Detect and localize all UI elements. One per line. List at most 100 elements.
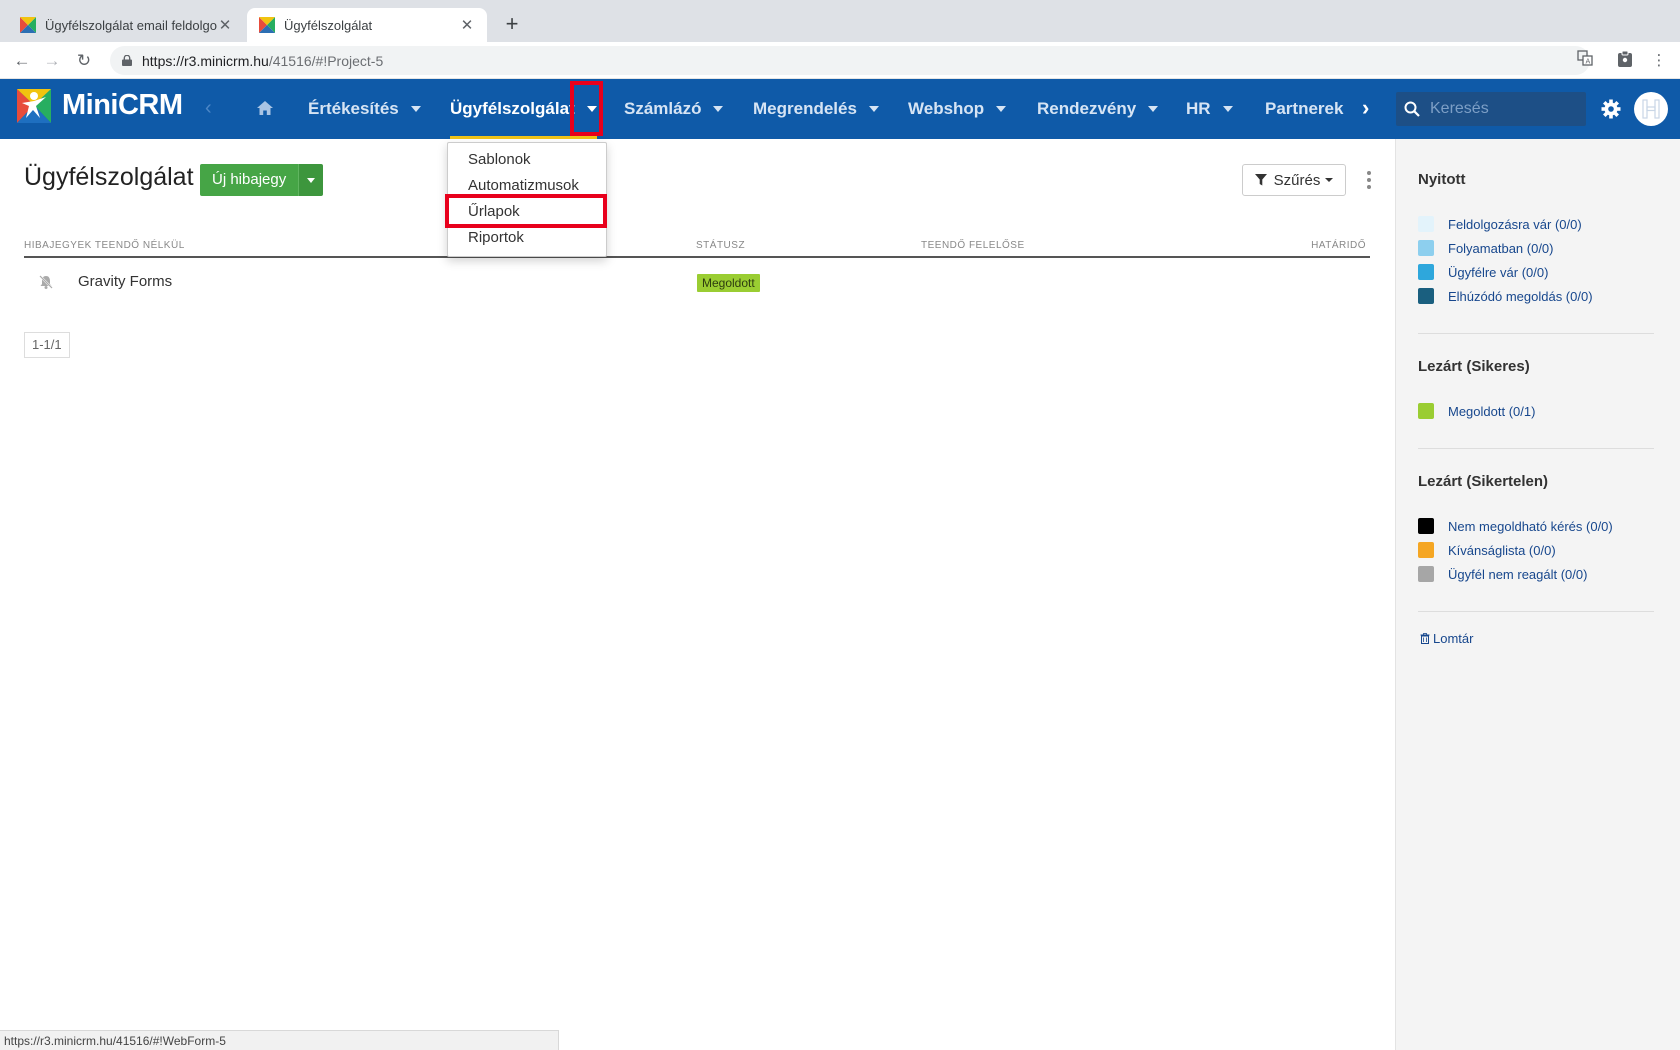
new-ticket-dropdown-button[interactable] — [298, 164, 324, 196]
trash-icon — [1420, 633, 1430, 644]
status-filter-item[interactable]: Elhúzódó megoldás (0/0) — [1418, 288, 1593, 304]
nav-item-szamlazo[interactable]: Számlázó — [624, 79, 724, 139]
browser-tab-active[interactable]: Ügyfélszolgálat ✕ — [247, 8, 487, 42]
nav-scroll-right-icon[interactable]: › — [1362, 95, 1369, 121]
menu-item-sablonok[interactable]: Sablonok — [468, 151, 531, 168]
pagination: 1-1/1 — [24, 332, 70, 358]
status-label: Elhúzódó megoldás (0/0) — [1448, 288, 1593, 304]
caret-down-icon — [307, 177, 316, 183]
nav-item-ertekesites[interactable]: Értékesítés — [308, 79, 421, 139]
app-header: MiniCRM ‹ Értékesítés Ügyfélszolgálat Sz… — [0, 79, 1680, 139]
status-filter-item[interactable]: Kívánságlista (0/0) — [1418, 542, 1556, 558]
status-swatch — [1418, 542, 1434, 558]
status-swatch — [1418, 216, 1434, 232]
column-header[interactable]: STÁTUSZ — [696, 240, 745, 251]
minicrm-favicon-icon — [259, 17, 275, 33]
caret-down-icon[interactable] — [1222, 106, 1233, 112]
status-filter-item[interactable]: Megoldott (0/1) — [1418, 403, 1535, 419]
more-options-icon[interactable] — [1364, 170, 1374, 190]
nav-label: Számlázó — [624, 99, 702, 118]
search-field[interactable] — [1396, 92, 1586, 126]
browser-menu-icon[interactable]: ⋮ — [1648, 50, 1670, 72]
status-badge: Megoldott — [697, 274, 760, 292]
status-filter-item[interactable]: Nem megoldható kérés (0/0) — [1418, 518, 1613, 534]
status-filter-item[interactable]: Folyamatban (0/0) — [1418, 240, 1554, 256]
translate-icon[interactable]: A — [1574, 50, 1596, 72]
divider — [1418, 611, 1654, 612]
group-title: Lezárt (Sikeres) — [1418, 358, 1530, 375]
status-filter-item[interactable]: Feldolgozásra vár (0/0) — [1418, 216, 1582, 232]
tab-title: Ügyfélszolgálat — [284, 17, 373, 33]
nav-item-webshop[interactable]: Webshop — [908, 79, 1007, 139]
nav-label: Értékesítés — [308, 99, 399, 118]
status-swatch — [1418, 403, 1434, 419]
clipboard-extension-icon[interactable] — [1614, 50, 1636, 72]
browser-tab[interactable]: Ügyfélszolgálat email feldolgoz ✕ — [8, 8, 245, 42]
url-path: /41516/#!Project-5 — [268, 52, 384, 69]
caret-down-icon[interactable] — [713, 106, 724, 112]
minicrm-logo[interactable]: MiniCRM — [14, 85, 183, 125]
new-tab-button[interactable]: + — [498, 10, 526, 38]
column-header[interactable]: HIBAJEGYEK TEENDŐ NÉLKÜL — [24, 240, 185, 251]
nav-scroll-left-icon[interactable]: ‹ — [205, 97, 212, 120]
caret-down-icon[interactable] — [1148, 106, 1159, 112]
page-title: Ügyfélszolgálat — [24, 163, 194, 191]
status-label: Feldolgozásra vár (0/0) — [1448, 216, 1582, 232]
nav-label: Rendezvény — [1037, 99, 1137, 118]
nav-label: Webshop — [908, 99, 985, 118]
nav-item-megrendeles[interactable]: Megrendelés — [753, 79, 879, 139]
nav-item-partnerek[interactable]: Partnerek — [1265, 79, 1343, 139]
status-label: Folyamatban (0/0) — [1448, 240, 1554, 256]
menu-item-riportok[interactable]: Riportok — [468, 229, 524, 246]
minicrm-favicon-icon — [20, 17, 36, 33]
forward-arrow-icon[interactable]: → — [40, 49, 64, 73]
lock-icon — [122, 55, 132, 66]
status-swatch — [1418, 240, 1434, 256]
column-header[interactable]: HATÁRIDŐ — [1311, 240, 1366, 251]
filter-label: Szűrés — [1273, 171, 1321, 189]
nav-label: HR — [1186, 99, 1211, 118]
back-arrow-icon[interactable]: ← — [10, 49, 34, 73]
group-title: Nyitott — [1418, 171, 1466, 188]
tab-title: Ügyfélszolgálat email feldolgoz — [45, 17, 217, 33]
trash-link[interactable]: Lomtár — [1420, 631, 1473, 646]
new-ticket-button-group: Új hibajegy — [200, 164, 324, 196]
logo-text: MiniCRM — [62, 88, 183, 121]
menu-item-automatizmusok[interactable]: Automatizmusok — [468, 177, 579, 194]
svg-text:A: A — [1586, 58, 1591, 66]
avatar[interactable] — [1634, 92, 1668, 126]
browser-status-url: https://r3.minicrm.hu/41516/#!WebForm-5 — [0, 1030, 559, 1050]
group-title: Lezárt (Sikertelen) — [1418, 473, 1549, 490]
ticket-title[interactable]: Gravity Forms — [78, 273, 172, 290]
caret-down-icon[interactable] — [410, 106, 421, 112]
highlight-box-urlapok — [445, 194, 607, 228]
status-filter-item[interactable]: Ügyfélre vár (0/0) — [1418, 264, 1548, 280]
status-swatch — [1418, 566, 1434, 582]
search-input[interactable] — [1430, 100, 1580, 118]
close-icon[interactable]: ✕ — [459, 16, 475, 34]
gear-icon[interactable] — [1600, 98, 1622, 120]
bell-off-icon[interactable] — [38, 274, 54, 290]
highlight-box-caret — [570, 81, 603, 136]
home-icon[interactable] — [256, 99, 274, 117]
status-label: Ügyfélre vár (0/0) — [1448, 264, 1549, 280]
filter-button[interactable]: Szűrés — [1242, 164, 1346, 196]
status-swatch — [1418, 518, 1434, 534]
column-header[interactable]: TEENDŐ FELELŐSE — [921, 240, 1025, 251]
nav-label: Megrendelés — [753, 99, 857, 118]
caret-down-icon[interactable] — [868, 106, 879, 112]
caret-down-icon[interactable] — [996, 106, 1007, 112]
nav-item-hr[interactable]: HR — [1186, 79, 1233, 139]
trash-label: Lomtár — [1433, 631, 1474, 646]
new-ticket-button[interactable]: Új hibajegy — [200, 164, 299, 196]
search-icon — [1404, 101, 1420, 117]
status-label: Nem megoldható kérés (0/0) — [1448, 518, 1613, 534]
active-underline — [450, 136, 597, 139]
nav-item-rendezveny[interactable]: Rendezvény — [1037, 79, 1159, 139]
reload-icon[interactable]: ↻ — [72, 49, 96, 73]
url-field[interactable]: https://r3.minicrm.hu/41516/#!Project-5 — [110, 46, 1590, 75]
table-row[interactable]: Gravity Forms Megoldott — [24, 266, 1370, 300]
close-icon[interactable]: ✕ — [217, 16, 233, 34]
logo-icon — [17, 89, 51, 123]
status-filter-item[interactable]: Ügyfél nem reagált (0/0) — [1418, 566, 1587, 582]
